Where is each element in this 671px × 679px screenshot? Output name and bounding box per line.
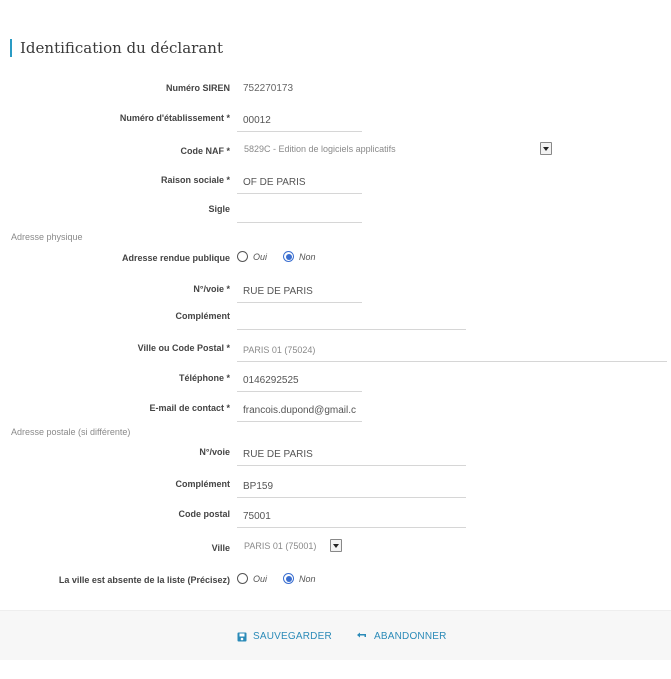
cancel-button[interactable]: ABANDONNER — [356, 631, 447, 642]
etablissement-row: Numéro d'établissement * 00012 — [0, 110, 671, 132]
section-title: Identification du déclarant — [10, 37, 223, 59]
ville-absente-non[interactable]: Non — [283, 573, 316, 584]
ville-absente-label: La ville est absente de la liste (Précis… — [58, 575, 230, 585]
save-button-label: SAUVEGARDER — [253, 631, 332, 642]
email-row: E-mail de contact * francois.dupond@gmai… — [0, 400, 671, 422]
postale-ville-label: Ville — [211, 543, 230, 553]
section-title-accent-bar — [10, 39, 12, 57]
postale-voie-label: N°/voie — [199, 447, 230, 457]
ville-cp-row: Ville ou Code Postal * PARIS 01 (75024) — [0, 340, 671, 362]
section-title-text: Identification du déclarant — [20, 39, 223, 57]
adresse-publique-non[interactable]: Non — [283, 251, 316, 262]
save-button[interactable]: SAUVEGARDER — [237, 631, 332, 642]
adresse-postale-heading: Adresse postale (si différente) — [11, 427, 131, 437]
sigle-row: Sigle — [0, 201, 671, 223]
adresse-publique-oui[interactable]: Oui — [237, 251, 267, 262]
siren-row: Numéro SIREN 752270173 — [0, 80, 671, 100]
siren-label: Numéro SIREN — [165, 83, 230, 93]
ville-absente-non-label: Non — [299, 573, 316, 584]
voie-row: N°/voie * RUE DE PARIS — [0, 281, 671, 303]
chevron-down-icon[interactable] — [540, 142, 552, 155]
radio-unchecked-icon[interactable] — [237, 251, 248, 262]
postale-complement-label: Complément — [175, 479, 230, 489]
naf-label: Code NAF * — [180, 146, 231, 156]
radio-checked-icon[interactable] — [283, 251, 295, 262]
ville-absente-radio-group: Oui Non — [237, 573, 332, 584]
adresse-publique-label: Adresse rendue publique — [121, 253, 230, 263]
raison-sociale-row: Raison sociale * OF DE PARIS — [0, 172, 671, 194]
postale-complement-row: Complément BP159 — [0, 476, 671, 498]
postale-ville-select[interactable]: PARIS 01 (75001) — [237, 537, 344, 555]
raison-sociale-input[interactable]: OF DE PARIS — [237, 172, 362, 194]
voie-label: N°/voie * — [193, 284, 230, 294]
raison-sociale-label: Raison sociale * — [160, 175, 230, 185]
complement-input[interactable] — [237, 308, 466, 330]
telephone-label: Téléphone * — [178, 373, 230, 383]
floppy-disk-icon — [237, 632, 247, 641]
email-input[interactable]: francois.dupond@gmail.c — [237, 400, 362, 422]
code-postal-input[interactable]: 75001 — [237, 506, 466, 528]
ville-absente-oui-label: Oui — [253, 573, 268, 584]
complement-row: Complément — [0, 308, 671, 330]
postale-voie-input[interactable]: RUE DE PARIS — [237, 444, 466, 466]
telephone-row: Téléphone * 0146292525 — [0, 370, 671, 392]
code-postal-row: Code postal 75001 — [0, 506, 671, 528]
telephone-input[interactable]: 0146292525 — [237, 370, 362, 392]
sigle-input[interactable] — [237, 201, 362, 223]
undo-arrow-icon — [357, 632, 366, 637]
sigle-label: Sigle — [208, 204, 230, 214]
adresse-publique-radio-group: Oui Non — [237, 251, 332, 262]
ville-absente-oui[interactable]: Oui — [237, 573, 267, 584]
adresse-publique-non-label: Non — [299, 251, 316, 262]
adresse-publique-oui-label: Oui — [253, 251, 268, 262]
naf-select[interactable]: 5829C - Edition de logiciels applicatifs — [237, 140, 555, 158]
ville-cp-label: Ville ou Code Postal * — [137, 343, 230, 353]
code-postal-label: Code postal — [178, 509, 230, 519]
chevron-down-icon[interactable] — [330, 539, 342, 552]
adresse-physique-heading: Adresse physique — [11, 232, 83, 242]
etablissement-label: Numéro d'établissement * — [119, 113, 230, 123]
postale-ville-row: Ville PARIS 01 (75001) — [0, 537, 671, 560]
etablissement-input[interactable]: 00012 — [237, 110, 362, 132]
postale-complement-input[interactable]: BP159 — [237, 476, 466, 498]
ville-cp-input[interactable]: PARIS 01 (75024) — [237, 340, 667, 362]
radio-checked-icon[interactable] — [283, 573, 295, 584]
radio-unchecked-icon[interactable] — [237, 573, 248, 584]
adresse-publique-row: Adresse rendue publique Oui Non — [0, 250, 671, 270]
complement-label: Complément — [175, 311, 230, 321]
siren-value: 752270173 — [243, 83, 294, 94]
cancel-button-label: ABANDONNER — [374, 631, 447, 642]
postale-ville-select-value: PARIS 01 (75001) — [244, 541, 317, 551]
ville-absente-row: La ville est absente de la liste (Précis… — [0, 572, 671, 592]
naf-select-value: 5829C - Edition de logiciels applicatifs — [244, 144, 396, 154]
email-label: E-mail de contact * — [149, 403, 230, 413]
postale-voie-row: N°/voie RUE DE PARIS — [0, 444, 671, 466]
voie-input[interactable]: RUE DE PARIS — [237, 281, 362, 303]
naf-row: Code NAF * 5829C - Edition de logiciels … — [0, 140, 671, 163]
form-footer: SAUVEGARDER ABANDONNER — [0, 610, 671, 660]
